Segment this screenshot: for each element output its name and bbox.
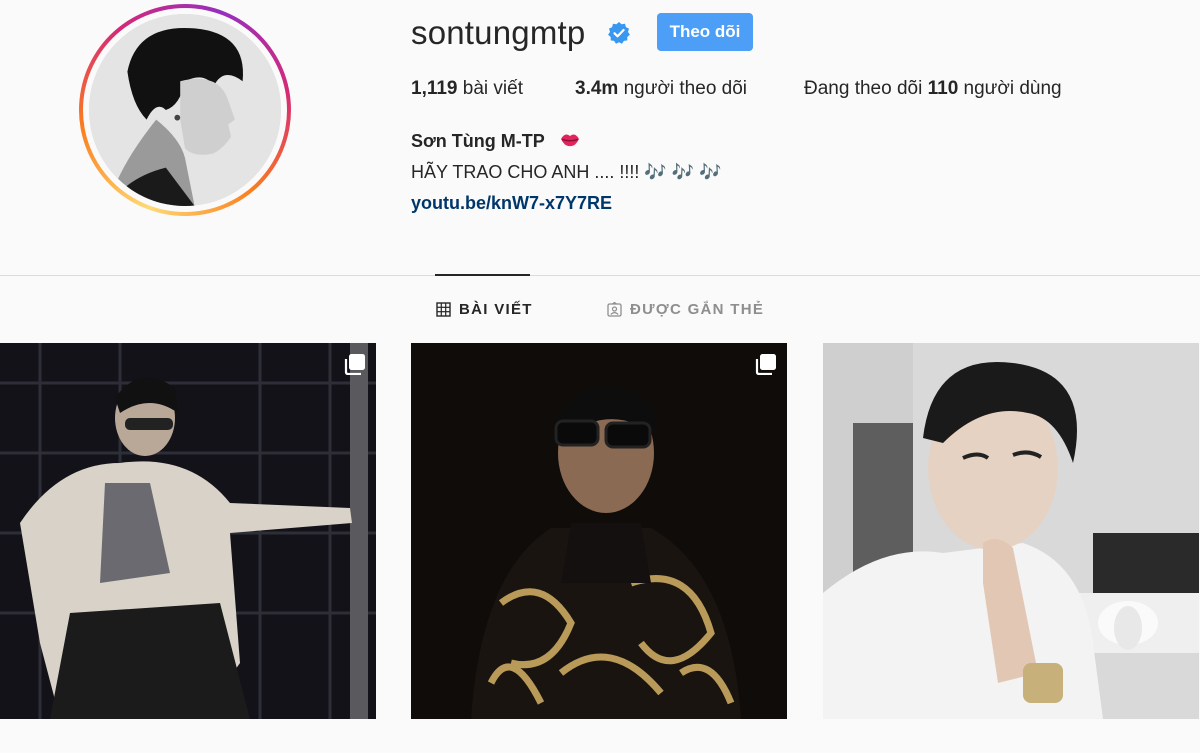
tab-posts-label: BÀI VIẾT bbox=[459, 300, 533, 318]
followers-count: 3.4m bbox=[575, 78, 619, 99]
following-count: 110 bbox=[927, 78, 959, 99]
post-photo bbox=[411, 343, 787, 719]
tabs-divider bbox=[0, 275, 1200, 276]
post-thumbnail[interactable] bbox=[0, 343, 376, 719]
follow-button[interactable]: Theo dõi bbox=[657, 13, 753, 51]
tab-tagged-label: ĐƯỢC GẮN THẺ bbox=[630, 300, 765, 318]
full-name: Sơn Tùng M-TP bbox=[411, 131, 545, 151]
post-photo bbox=[0, 343, 376, 719]
post-thumbnail[interactable] bbox=[823, 343, 1199, 719]
followers-label: người theo dõi bbox=[623, 78, 748, 99]
followers-stat[interactable]: 3.4m người theo dõi bbox=[575, 78, 747, 100]
grid-icon bbox=[436, 301, 451, 317]
username: sontungmtp bbox=[411, 14, 586, 51]
avatar bbox=[89, 14, 281, 206]
lips-icon bbox=[561, 134, 579, 147]
post-thumbnail[interactable] bbox=[411, 343, 787, 719]
tab-posts[interactable]: BÀI VIẾT bbox=[436, 299, 533, 319]
carousel-icon bbox=[344, 354, 365, 375]
profile-avatar[interactable] bbox=[79, 4, 291, 216]
following-stat[interactable]: Đang theo dõi 110 người dùng bbox=[804, 78, 1062, 100]
posts-count: 1,119 bbox=[411, 78, 458, 99]
carousel-icon bbox=[755, 354, 776, 375]
posts-stat: 1,119 bài viết bbox=[411, 78, 523, 100]
active-tab-indicator bbox=[435, 274, 530, 276]
following-prefix: Đang theo dõi bbox=[804, 78, 923, 99]
following-suffix: người dùng bbox=[963, 78, 1062, 99]
tagged-icon bbox=[607, 301, 622, 317]
avatar-gap bbox=[83, 8, 287, 212]
tab-tagged[interactable]: ĐƯỢC GẮN THẺ bbox=[607, 299, 764, 319]
post-photo bbox=[823, 343, 1199, 719]
avatar-photo bbox=[89, 14, 281, 206]
verified-badge-icon bbox=[608, 22, 630, 44]
posts-label: bài viết bbox=[462, 78, 523, 99]
bio-text: HÃY TRAO CHO ANH .... !!!! 🎶 🎶 🎶 bbox=[411, 162, 722, 182]
bio-link[interactable]: youtu.be/knW7-x7Y7RE bbox=[411, 193, 612, 214]
